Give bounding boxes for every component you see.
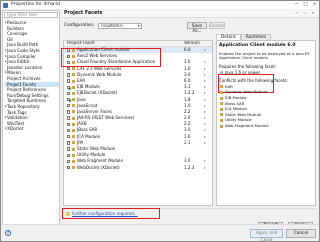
filter-input[interactable]: type filter text <box>4 12 58 18</box>
facet-checkbox[interactable] <box>67 165 71 170</box>
chevron-down-icon[interactable]: ▾ <box>204 165 206 171</box>
facet-icon <box>72 85 75 89</box>
configuration-select[interactable]: <custom> ▾ <box>97 23 142 29</box>
chevron-down-icon: ▾ <box>137 24 140 28</box>
minimize-button[interactable]: − <box>293 2 300 7</box>
dialog-button-bar: ? Apply and Close Cancel <box>1 224 319 241</box>
facet-icon <box>72 104 75 108</box>
facet-version[interactable]: 1.2.3 <box>184 165 194 171</box>
facet-icon <box>220 90 223 94</box>
facet-icon <box>72 135 75 139</box>
configuration-label: Configuration: <box>64 22 95 28</box>
requires-heading: Requires the following facet: <box>219 63 277 69</box>
properties-dialog: Properties for dmw-kl − □ × type filter … <box>0 0 320 242</box>
facet-icon <box>72 91 75 95</box>
facet-checkbox[interactable] <box>67 141 71 145</box>
title-bar: Properties for dmw-kl − □ × <box>1 1 319 9</box>
expand-arrow-icon[interactable]: ▸ <box>5 126 7 132</box>
status-area: ! Further configuration required... <box>62 208 317 219</box>
menu-chevron-icon[interactable]: ▾ <box>310 11 316 16</box>
page-title: Project Facets <box>64 11 103 16</box>
facet-icon <box>72 129 75 133</box>
facet-icon <box>72 98 75 102</box>
facet-icon <box>72 67 75 71</box>
sidebar-nav: ▸ Resource Builders Coverage Git Java Bui… <box>4 20 59 132</box>
app-icon <box>3 2 8 8</box>
facet-icon <box>72 153 75 157</box>
facet-icon <box>220 102 223 106</box>
facet-icon <box>220 118 223 122</box>
sidebar: type filter text ▸ Resource Builders Cove… <box>2 10 60 234</box>
conflict-item-label: Static Web Module <box>225 111 262 117</box>
facet-icon <box>72 79 75 83</box>
facet-checkbox[interactable] <box>67 147 71 151</box>
facet-checkbox[interactable] <box>67 79 71 83</box>
back-arrow-icon[interactable]: ⇦ <box>294 11 300 16</box>
conflict-item-label: Utility Module <box>225 117 252 123</box>
conflict-item-label: JBoss SAR <box>225 100 245 106</box>
facet-checkbox[interactable] <box>67 128 71 133</box>
window-title: Properties for dmw-kl <box>11 1 61 7</box>
facet-checkbox[interactable] <box>67 122 71 127</box>
details-description: Enables the project to be deployed as a … <box>219 50 310 61</box>
facet-icon <box>72 166 75 170</box>
facet-icon <box>72 122 75 126</box>
facet-checkbox[interactable] <box>67 153 71 157</box>
sidebar-item-xdoclet[interactable]: ▸ XDoclet <box>4 126 59 132</box>
apply-and-close-button[interactable]: Apply and Close <box>250 229 283 241</box>
window-controls: − □ × <box>293 2 318 7</box>
maximize-button[interactable]: □ <box>302 2 309 7</box>
facet-checkbox[interactable] <box>67 85 71 89</box>
facet-checkbox[interactable] <box>67 159 71 164</box>
cancel-button[interactable]: Cancel <box>286 229 316 238</box>
facet-checkbox[interactable] <box>67 110 71 114</box>
facet-icon <box>72 116 75 120</box>
warning-icon: ! <box>66 212 70 217</box>
facet-icon <box>72 147 75 151</box>
facet-icon <box>220 124 223 128</box>
facet-icon <box>220 96 223 100</box>
ejb-module-callout <box>61 48 161 67</box>
table-row[interactable]: WebDoclet (XDoclet) 1.2.3 ▾ <box>64 165 212 171</box>
facet-icon <box>72 141 75 145</box>
facet-icon <box>220 71 223 75</box>
forward-arrow-icon[interactable]: ⇨ <box>302 11 308 16</box>
facet-checkbox[interactable] <box>67 104 71 108</box>
facet-icon <box>220 107 223 111</box>
history-nav: ⇦ ⇨ ▾ <box>294 11 316 16</box>
facet-checkbox[interactable] <box>67 66 71 71</box>
delete-button[interactable]: Delete <box>209 22 225 29</box>
requires-item: Java 1.6 or newer <box>219 70 313 75</box>
close-button[interactable]: × <box>311 2 318 7</box>
save-as-button[interactable]: Save As... <box>187 22 207 33</box>
conflict-item: Web Fragment Module <box>219 123 313 129</box>
configuration-row: Configuration: <custom> ▾ <box>64 23 142 29</box>
facet-icon <box>220 85 223 89</box>
warning-row: ! Further configuration required... <box>66 211 138 217</box>
column-header-version[interactable]: Version <box>184 41 200 46</box>
conflicts-list: EAR Dynamic Web Module EJB Module JBoss SAR… <box>219 84 313 129</box>
details-title: Application Client module 6.0 <box>219 43 296 48</box>
conflict-item-label: Web Fragment Module <box>225 122 269 128</box>
main-panel: Project Facets ⇦ ⇨ ▾ Configuration: <cus… <box>61 10 319 241</box>
further-configuration-link[interactable]: Further configuration required... <box>72 211 138 216</box>
facet-checkbox[interactable] <box>67 116 71 120</box>
conflict-item-label: EAR <box>225 83 233 89</box>
facet-name: WebDoclet (XDoclet) <box>77 164 120 170</box>
details-panel: Application Client module 6.0 Enables th… <box>216 40 316 206</box>
facet-checkbox[interactable] <box>67 135 71 139</box>
column-header-project-facet[interactable]: Project Facet <box>67 41 94 46</box>
conflict-item-label: Dynamic Web Module <box>225 89 268 95</box>
page-heading: Project Facets ⇦ ⇨ ▾ <box>61 10 319 18</box>
facet-icon <box>72 73 75 77</box>
facet-icon <box>72 110 75 114</box>
help-icon[interactable]: ? <box>5 230 11 236</box>
facet-icon <box>220 113 223 117</box>
conflict-item-label: EJB Module <box>225 94 247 100</box>
facet-checkbox[interactable] <box>67 91 71 96</box>
facet-checkbox[interactable] <box>67 97 71 102</box>
facet-checkbox[interactable] <box>67 73 71 77</box>
conflict-item-label: JCA Module <box>225 106 247 112</box>
facet-icon <box>72 159 75 163</box>
